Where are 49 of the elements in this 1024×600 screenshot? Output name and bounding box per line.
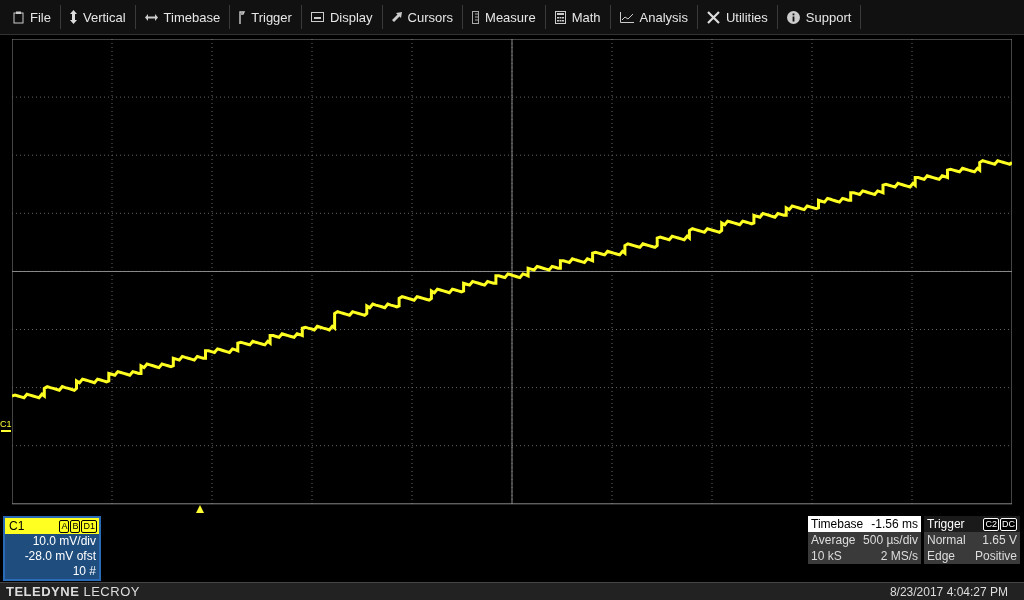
channel-descriptor[interactable]: C1 A B D1 10.0 mV/div -28.0 mV ofst 10 # (3, 516, 101, 581)
channel-badge: A (59, 519, 70, 533)
timebase-setting: 10 kS (811, 548, 842, 564)
timebase-descriptor[interactable]: Timebase -1.56 ms Average 500 µs/div 10 kS 2 MS/s (808, 516, 921, 564)
date-time: 8/23/2017 4:04:27 PM (889, 584, 1008, 599)
menu-item[interactable]: Timebase (135, 5, 231, 29)
info-icon (786, 10, 800, 24)
trigger-position-marker (196, 505, 204, 513)
display-icon (310, 12, 324, 22)
channel-setting: -28.0 mV ofst (23, 549, 97, 564)
channel-setting: 10 # (71, 564, 97, 579)
trigger-setting: Normal (927, 532, 966, 548)
flag-icon (239, 10, 246, 24)
horizontal-arrows-icon (144, 13, 158, 21)
brand-logo: TELEDYNE LECROY (6, 584, 140, 599)
menu-item[interactable]: Cursors (382, 5, 464, 29)
calculator-icon (554, 10, 566, 24)
timebase-setting: Average (811, 532, 856, 548)
vertical-arrows-icon (69, 10, 77, 24)
menu-item[interactable]: File (4, 5, 61, 29)
timebase-setting: 2 MS/s (880, 548, 918, 564)
timebase-title: Timebase (811, 517, 864, 531)
clipboard-icon (13, 10, 24, 24)
ground-marker: C1 (0, 419, 12, 429)
menu-item[interactable]: Vertical (60, 5, 136, 29)
channel-setting: 10.0 mV/div (31, 534, 97, 549)
trigger-setting: 1.65 V (982, 532, 1017, 548)
line-chart-icon (619, 11, 634, 23)
timebase-setting: 500 µs/div (863, 532, 918, 548)
timebase-delay: -1.56 ms (871, 517, 918, 531)
trigger-setting: Edge (927, 548, 956, 564)
menu-item[interactable]: Analysis (610, 5, 698, 29)
arrow-icon (391, 12, 402, 22)
menu-item[interactable]: Math (545, 5, 611, 29)
trigger-descriptor[interactable]: Trigger C2 DC Normal 1.65 V Edge Positive (924, 516, 1020, 564)
ruler-icon (472, 10, 480, 24)
channel-badge: B (70, 519, 81, 533)
menu-item[interactable]: Utilities (697, 5, 778, 29)
menu-item[interactable]: Support (777, 5, 862, 29)
menu-item[interactable]: Trigger (230, 5, 302, 29)
trigger-badge: DC (1000, 517, 1017, 531)
menu-item[interactable]: Measure (463, 5, 546, 29)
channel-badge: D1 (81, 519, 97, 533)
trigger-badge: C2 (983, 517, 999, 531)
channel-name: C1 (9, 519, 25, 533)
trigger-setting: Positive (974, 548, 1017, 564)
trigger-title: Trigger (927, 517, 965, 531)
menu-item[interactable]: Display (301, 5, 383, 29)
tools-icon (706, 10, 720, 24)
